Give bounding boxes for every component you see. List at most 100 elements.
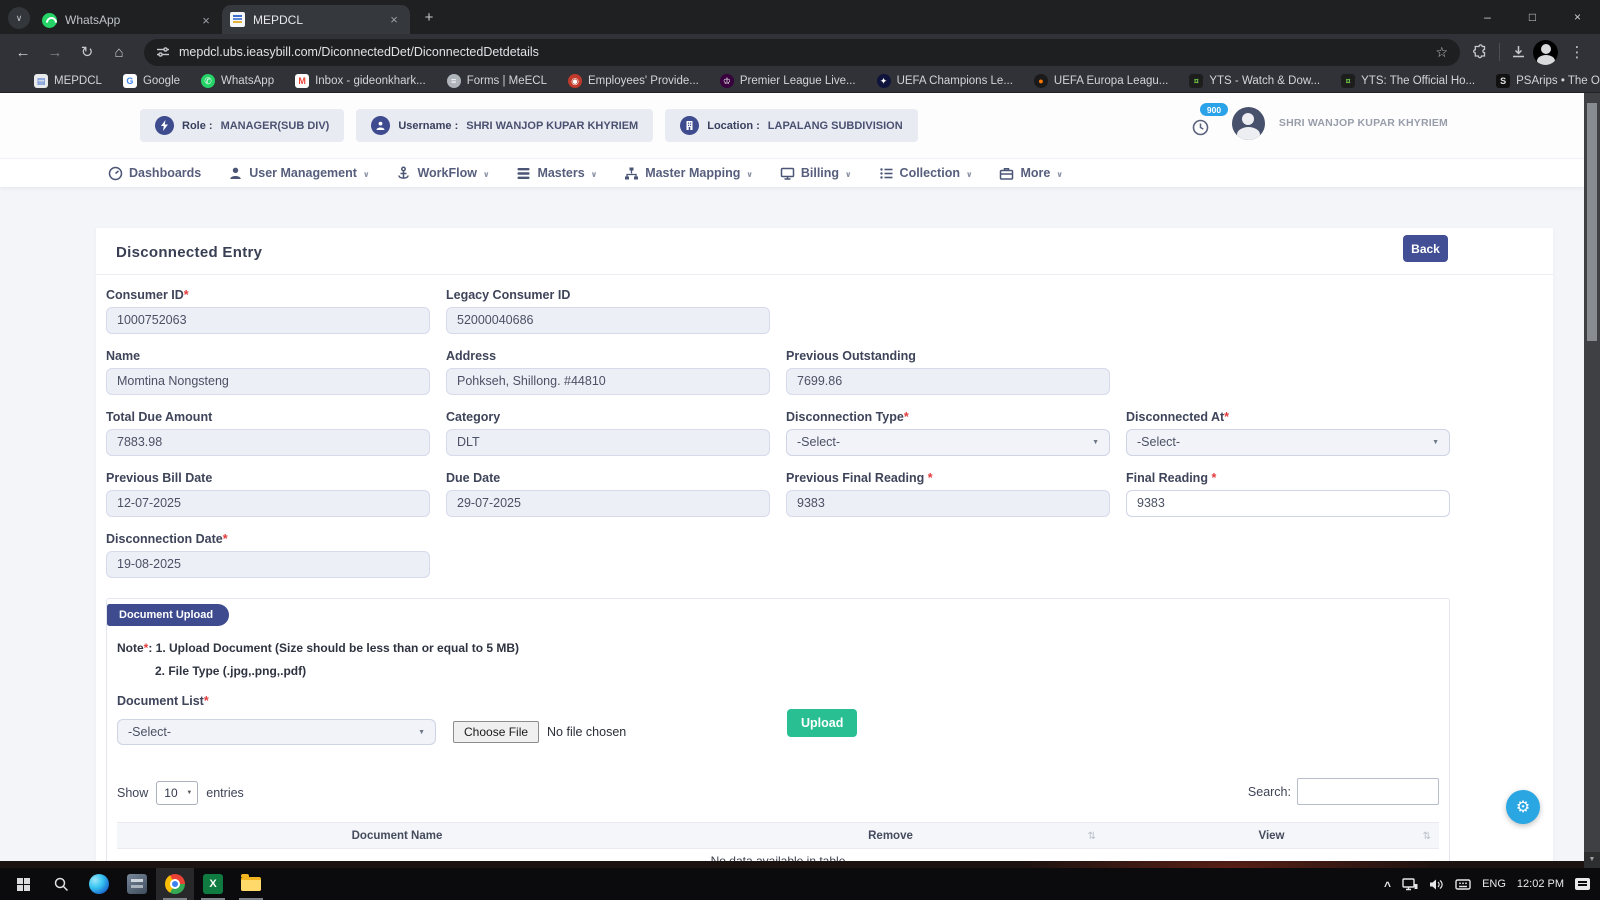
start-button[interactable]	[4, 868, 42, 900]
url-text[interactable]: mepdcl.ubs.ieasybill.com/DiconnectedDet/…	[179, 45, 1426, 59]
maximize-button[interactable]: □	[1510, 0, 1555, 33]
document-list-label: Document List*	[117, 694, 1439, 708]
bookmark-whatsapp[interactable]: ✆WhatsApp	[201, 74, 274, 88]
consumer-id-input[interactable]: 1000752063	[106, 307, 430, 334]
bookmark-yts-official[interactable]: ¤YTS: The Official Ho...	[1341, 74, 1475, 88]
bookmark-ucl[interactable]: ✦UEFA Champions Le...	[877, 74, 1013, 88]
close-tab-icon[interactable]: ×	[386, 12, 402, 27]
previous-bill-date-input[interactable]: 12-07-2025	[106, 490, 430, 517]
bookmark-yts[interactable]: ¤YTS - Watch & Dow...	[1189, 74, 1320, 88]
nav-dashboards[interactable]: Dashboards	[108, 166, 201, 181]
session-timer[interactable]: 900	[1192, 103, 1218, 143]
bookmark-google[interactable]: GGoogle	[123, 74, 180, 88]
profile-avatar[interactable]	[1232, 107, 1265, 140]
home-icon[interactable]: ⌂	[106, 39, 132, 65]
close-tab-icon[interactable]: ×	[198, 13, 214, 28]
language-indicator[interactable]: ENG	[1482, 878, 1506, 890]
dashboard-icon	[108, 166, 123, 181]
forms-favicon-icon: ≡	[447, 74, 461, 88]
nav-label: Collection	[900, 166, 960, 180]
back-icon[interactable]: ←	[10, 39, 36, 65]
address-label: Address	[446, 349, 770, 363]
network-icon[interactable]	[1402, 878, 1418, 891]
tab-whatsapp[interactable]: WhatsApp ×	[34, 6, 222, 34]
category-input[interactable]: DLT	[446, 429, 770, 456]
taskbar-search-button[interactable]	[42, 868, 80, 900]
scroll-down-arrow-icon[interactable]: ▼	[1584, 852, 1600, 868]
bookmark-mepdcl[interactable]: ▤MEPDCL	[34, 74, 102, 88]
gmail-favicon-icon: M	[295, 74, 309, 88]
reload-icon[interactable]: ↻	[74, 39, 100, 65]
tab-search-caret-icon[interactable]: ∨	[8, 7, 30, 29]
close-window-button[interactable]: ×	[1555, 0, 1600, 33]
total-due-amount-input[interactable]: 7883.98	[106, 429, 430, 456]
scrollbar-thumb[interactable]	[1587, 103, 1597, 341]
taskbar-app-button[interactable]	[118, 868, 156, 900]
column-header-document-name[interactable]: Document Name	[117, 830, 677, 842]
search-input[interactable]	[1297, 778, 1439, 805]
nav-collection[interactable]: Collection∨	[879, 166, 973, 181]
settings-fab[interactable]: ⚙	[1506, 790, 1540, 824]
nav-billing[interactable]: Billing∨	[780, 166, 852, 181]
document-upload-tab[interactable]: Document Upload	[107, 604, 229, 626]
column-header-remove[interactable]: Remove⇅	[677, 830, 1104, 842]
address-input[interactable]: Pohkseh, Shillong. #44810	[446, 368, 770, 395]
forward-icon[interactable]: →	[42, 39, 68, 65]
bookmark-star-icon[interactable]: ☆	[1435, 44, 1448, 61]
document-list-select[interactable]: -Select-	[117, 719, 436, 745]
disconnection-date-input[interactable]: 19-08-2025	[106, 551, 430, 578]
touch-keyboard-icon[interactable]	[1455, 878, 1471, 891]
disconnected-at-select[interactable]: -Select-	[1126, 429, 1450, 456]
previous-final-reading-input[interactable]: 9383	[786, 490, 1110, 517]
volume-icon[interactable]	[1429, 878, 1444, 891]
page-scrollbar[interactable]: ▼	[1584, 93, 1600, 868]
total-due-amount-field: Total Due Amount 7883.98	[106, 410, 430, 456]
monitor-icon	[780, 166, 795, 181]
browser-profile-avatar[interactable]	[1533, 40, 1558, 65]
extensions-icon[interactable]	[1472, 44, 1489, 61]
nav-masters[interactable]: Masters∨	[516, 166, 597, 181]
legacy-consumer-id-input[interactable]: 52000040686	[446, 307, 770, 334]
nav-label: Master Mapping	[645, 166, 740, 180]
taskbar-chrome-button[interactable]	[156, 868, 194, 900]
previous-outstanding-input[interactable]: 7699.86	[786, 368, 1110, 395]
final-reading-input[interactable]: 9383	[1126, 490, 1450, 517]
page-size-select[interactable]: 10	[156, 781, 198, 805]
bookmark-forms[interactable]: ≡Forms | MeECL	[447, 74, 547, 88]
new-tab-button[interactable]: +	[416, 4, 442, 30]
tray-chevron-up-icon[interactable]: ^	[1384, 879, 1391, 893]
action-center-icon[interactable]	[1575, 878, 1590, 890]
column-header-view[interactable]: View⇅	[1104, 830, 1439, 842]
bookmark-inbox[interactable]: MInbox - gideonkhark...	[295, 74, 426, 88]
taskbar-file-explorer-button[interactable]	[232, 868, 270, 900]
minimize-button[interactable]: –	[1465, 0, 1510, 33]
disconnection-type-select[interactable]: -Select-	[786, 429, 1110, 456]
due-date-input[interactable]: 29-07-2025	[446, 490, 770, 517]
table-controls: Show 10 entries Search:	[117, 781, 1439, 805]
bookmark-premier-league[interactable]: ♔Premier League Live...	[720, 74, 856, 88]
tab-mepdcl[interactable]: MEPDCL ×	[222, 5, 410, 34]
upload-button[interactable]: Upload	[787, 709, 857, 737]
choose-file-button[interactable]: Choose File	[453, 721, 539, 743]
site-header: Role : MANAGER(SUB DIV) Username : SHRI …	[0, 93, 1584, 158]
bookmark-uel[interactable]: ●UEFA Europa Leagu...	[1034, 74, 1168, 88]
bookmark-psarips[interactable]: SPSArips • The Offici...	[1496, 74, 1600, 88]
name-input[interactable]: Momtina Nongsteng	[106, 368, 430, 395]
nav-user-management[interactable]: User Management∨	[228, 166, 369, 181]
back-button[interactable]: Back	[1403, 235, 1448, 262]
taskbar-edge-button[interactable]	[80, 868, 118, 900]
url-bar[interactable]: mepdcl.ubs.ieasybill.com/DiconnectedDet/…	[144, 39, 1460, 66]
final-reading-field: Final Reading * 9383	[1126, 471, 1450, 517]
taskbar-excel-button[interactable]: X	[194, 868, 232, 900]
clock-time[interactable]: 12:02 PM	[1517, 878, 1564, 890]
nav-master-mapping[interactable]: Master Mapping∨	[624, 166, 753, 181]
bookmark-epf[interactable]: ◉Employees' Provide...	[568, 74, 699, 88]
sort-icon[interactable]: ⇅	[1423, 831, 1431, 842]
site-settings-icon[interactable]	[156, 45, 170, 59]
building-icon	[680, 116, 699, 135]
downloads-icon[interactable]	[1510, 44, 1527, 61]
sort-icon[interactable]: ⇅	[1088, 831, 1096, 842]
nav-workflow[interactable]: WorkFlow∨	[396, 166, 489, 181]
browser-menu-icon[interactable]: ⋮	[1564, 39, 1590, 65]
nav-more[interactable]: More∨	[999, 166, 1062, 181]
